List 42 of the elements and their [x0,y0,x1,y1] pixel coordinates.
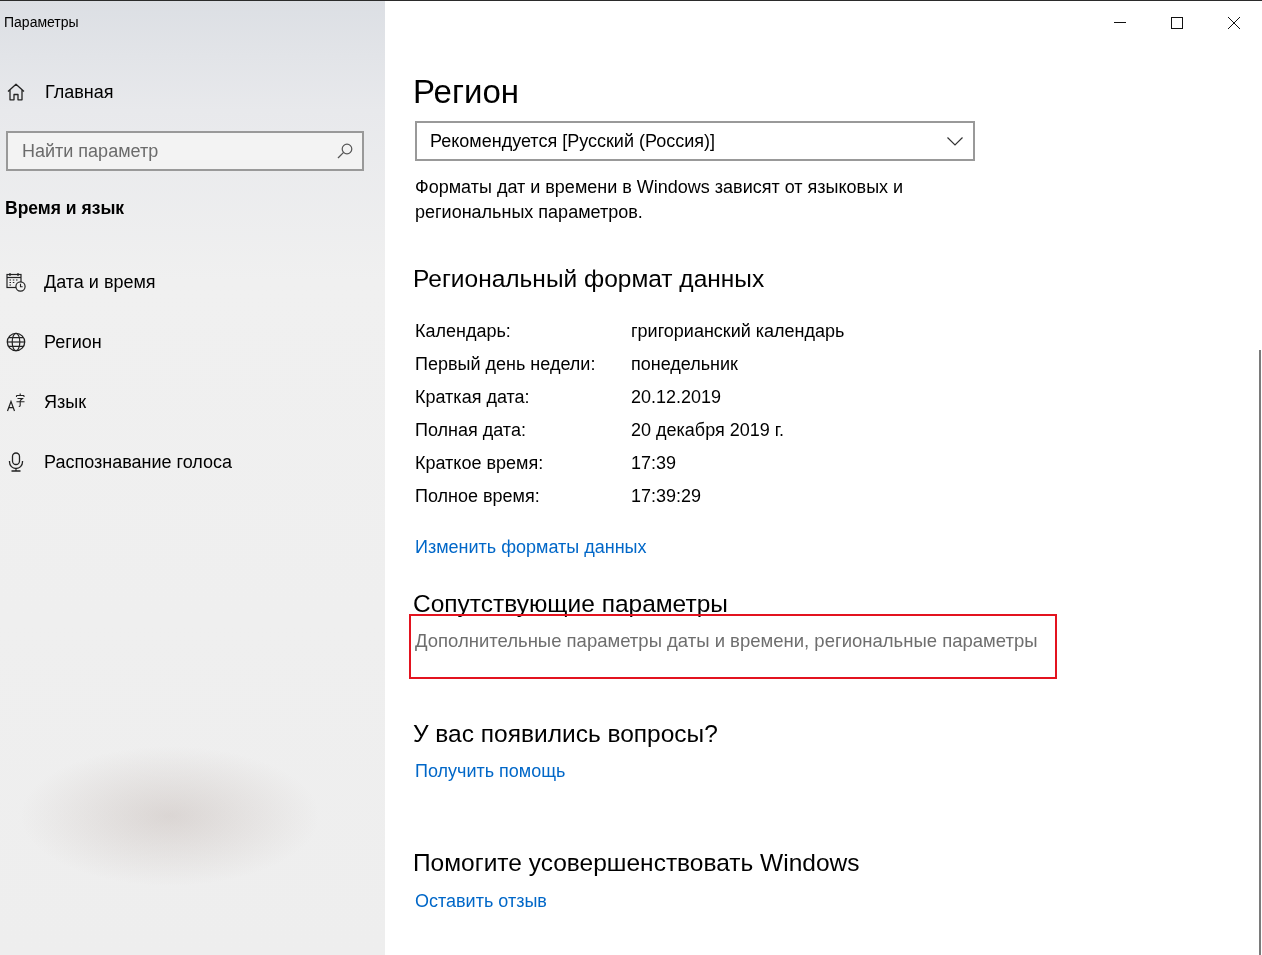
feedback-link[interactable]: Оставить отзыв [415,889,547,914]
related-settings-link[interactable]: Дополнительные параметры даты и времени, региональные параметры [415,628,1038,653]
format-label: Краткое время: [415,451,545,474]
search-icon [337,143,353,159]
page-title: Регион [413,72,519,112]
letters-icon [6,392,26,412]
format-label: Полная дата: [415,418,527,441]
format-value: 17:39 [631,451,678,474]
close-icon [1227,16,1240,29]
get-help-link[interactable]: Получить помощь [415,759,566,784]
format-label: Календарь: [415,319,512,342]
format-label: Краткая дата: [415,385,531,408]
calendar-clock-icon [6,272,26,292]
section-heading: У вас появились вопросы? [413,719,718,749]
format-value: 20 декабря 2019 г. [631,418,786,441]
section-title: Время и язык [5,197,125,220]
globe-icon [6,332,26,352]
home-link[interactable]: Главная [7,80,114,104]
change-formats-link[interactable]: Изменить форматы данных [415,535,647,560]
chevron-down-icon [947,136,963,146]
maximize-icon [1170,16,1183,29]
sidebar-item[interactable]: Распознавание голоса [6,450,233,474]
format-value: понедельник [631,352,739,375]
format-label: Полное время: [415,484,541,507]
microphone-icon [6,452,26,472]
window-title: Параметры [4,14,79,31]
format-value: григорианский календарь [631,319,845,342]
section-heading: Помогите усовершенствовать Windows [413,848,860,878]
region-dropdown[interactable]: Рекомендуется [Русский (Россия)] [415,121,975,161]
description-text: Форматы дат и времени в Windows зависят от языковых и региональных параметров. [415,176,905,224]
section-heading: Сопутствующие параметры [413,589,728,619]
format-value: 20.12.2019 [631,385,723,408]
format-value: 17:39:29 [631,484,703,507]
scrollbar-thumb[interactable] [1259,350,1261,955]
minimize-icon [1113,22,1126,23]
sidebar-item[interactable]: Язык [6,390,87,414]
sidebar-item[interactable]: Дата и время [6,270,156,294]
sidebar-item[interactable]: Регион [6,330,102,354]
section-heading: Региональный формат данных [413,264,765,294]
home-icon [7,83,25,101]
format-label: Первый день недели: [415,352,597,375]
search-field[interactable]: Найти параметр [6,131,364,171]
